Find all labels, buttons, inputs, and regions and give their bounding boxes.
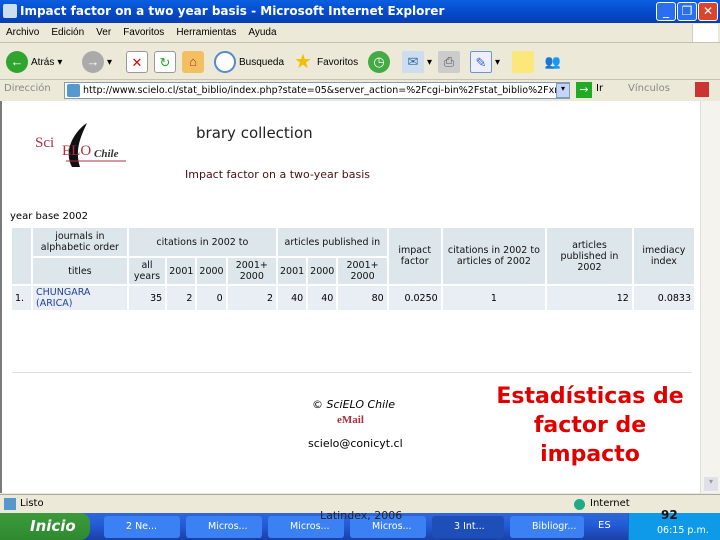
search-icon [214,51,236,73]
maximize-button[interactable]: ❐ [677,2,697,21]
messenger-icon: 👥 [544,54,562,69]
copyright: © SciELO Chile [312,398,396,411]
start-button[interactable]: Inicio [0,513,90,540]
notes-button[interactable] [512,50,534,74]
go-button[interactable]: Ir [596,83,603,94]
stop-button[interactable]: ✕ [126,50,148,74]
col-cit-2000: 2000 [197,258,226,284]
task-ie[interactable]: 3 Int... [432,516,504,538]
col-cit-sum: 2001+ 2000 [227,258,276,284]
star-icon: ★ [294,51,312,73]
ie-icon [3,4,17,18]
task-bibliography[interactable]: Bibliogr... [510,516,584,538]
history-button[interactable]: ◷ [368,50,390,74]
address-input[interactable]: http://www.scielo.cl/stat_biblio/index.p… [64,82,570,99]
windows-logo-icon [692,24,718,42]
col-citations: citations in 2002 to [128,228,276,256]
refresh-icon: ↻ [154,51,176,73]
refresh-button[interactable]: ↻ [154,50,176,74]
col-all-years: all years [128,258,166,284]
back-button[interactable]: ← Atrás ▾ [6,50,62,74]
col-articles: articles published in [277,228,387,256]
search-button[interactable]: Busqueda [214,50,284,74]
address-bar: Dirección http://www.scielo.cl/stat_bibl… [0,80,720,101]
impact-factor-table: journals in alphabetic order citations in… [10,226,696,312]
edit-icon: ✎ [470,51,492,73]
slide-overlay-title: Estadísticas de factor de impacto [496,384,684,467]
svg-text:Sci: Sci [35,135,54,151]
slide-number: 92 [661,508,678,522]
note-icon [512,51,534,73]
menu-favoritos[interactable]: Favoritos [117,23,170,43]
print-icon: ⎙ [438,51,460,73]
back-arrow-icon: ← [6,51,28,73]
go-arrow-icon[interactable]: → [576,82,592,98]
toolbar: ← Atrás ▾ → ▾ ✕ ↻ ⌂ Busqueda ★ Favoritos ◷… [0,44,720,80]
year-base: year base 2002 [10,211,88,222]
journal-link[interactable]: CHUNGARA (ARICA) [33,286,127,310]
col-cit-2001: 2001 [167,258,196,284]
svg-text:Chile: Chile [94,148,119,160]
history-icon: ◷ [368,51,390,73]
globe-icon [574,499,585,510]
vertical-scrollbar[interactable]: ▾ [700,101,720,493]
address-label: Dirección [4,83,51,94]
task-netscape[interactable]: 2 Ne... [104,516,180,538]
toolbar-extra-icon[interactable] [695,82,709,97]
favorites-button[interactable]: ★ Favoritos [292,50,358,74]
scroll-down-arrow[interactable]: ▾ [704,477,718,491]
zone-text: Internet [590,498,630,509]
task-word[interactable]: Micros... [186,516,262,538]
footer-caption: Latindex, 2006 [320,509,403,522]
stop-icon: ✕ [126,51,148,73]
col-journals: journals in alphabetic order [33,228,127,256]
window-title: Impact factor on a two year basis - Micr… [20,4,445,18]
links-button[interactable]: Vínculos [628,83,670,94]
messenger-button[interactable]: 👥 [542,50,564,74]
col-imediacy: imediacy index [633,228,694,284]
clock: 06:15 p.m. [657,525,709,536]
svg-text:ELO: ELO [62,143,91,159]
edit-button[interactable]: ✎ ▾ [470,50,500,74]
mail-icon: ✉ [402,51,424,73]
email-address[interactable]: scielo@conicyt.cl [308,437,403,450]
col-titles: titles [33,258,127,284]
col-articles-2002: articles published in 2002 [547,228,632,284]
col-art-sum: 2001+ 2000 [338,258,387,284]
mail-button[interactable]: ✉ ▾ [402,50,432,74]
col-impact-factor: impact factor [388,228,441,284]
menu-ver[interactable]: Ver [90,23,117,43]
print-button[interactable]: ⎙ [438,50,460,74]
col-citations-2002: citations in 2002 to articles of 2002 [442,228,546,284]
col-art-2001: 2001 [277,258,307,284]
collection-heading: brary collection [196,124,313,142]
menu-bar: Archivo Edición Ver Favoritos Herramientas Ay… [0,23,720,43]
title-bar: Impact factor on a two year basis - Micr… [0,0,720,23]
forward-button[interactable]: → ▾ [82,50,112,74]
page-subtitle: Impact factor on a two-year basis [185,168,370,181]
col-art-2000: 2000 [308,258,337,284]
email-logo-link[interactable]: eMail [337,414,364,426]
divider [12,372,692,373]
scielo-logo: Sci ELO Chile [32,119,132,169]
menu-ayuda[interactable]: Ayuda [242,23,282,43]
page-icon [67,84,80,97]
home-button[interactable]: ⌂ [182,50,204,74]
language-indicator[interactable]: ES [598,520,611,531]
home-icon: ⌂ [182,51,204,73]
menu-edicion[interactable]: Edición [45,23,90,43]
minimize-button[interactable]: _ [656,2,676,21]
address-dropdown[interactable]: ▾ [556,83,570,98]
close-button[interactable]: ✕ [698,2,718,21]
page-status-icon [4,498,16,510]
menu-archivo[interactable]: Archivo [0,23,45,43]
forward-arrow-icon: → [82,51,104,73]
status-text: Listo [20,498,44,509]
menu-herramientas[interactable]: Herramientas [170,23,242,43]
table-row: 1. CHUNGARA (ARICA) 35 2 0 2 40 40 80 0.0250 1 12 0.… [12,286,694,310]
